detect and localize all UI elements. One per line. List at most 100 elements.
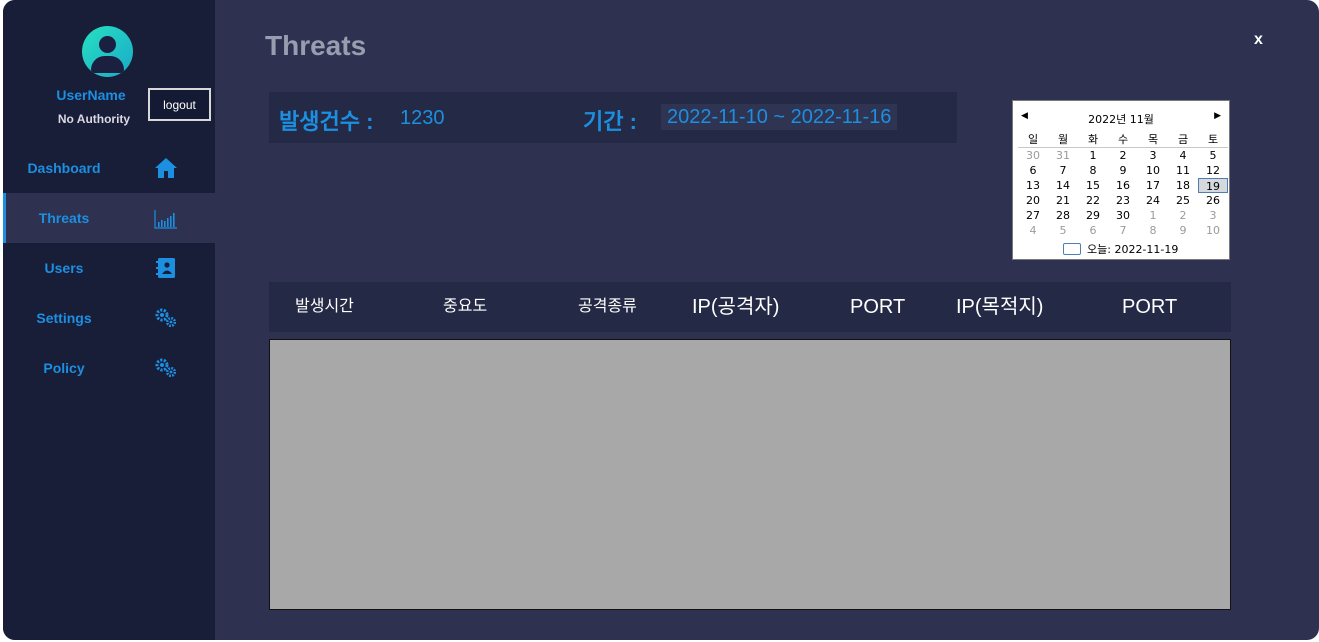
calendar-next-icon[interactable]: ▶ [1214, 111, 1221, 121]
calendar-day[interactable]: 10 [1198, 223, 1228, 238]
gears-icon [155, 358, 177, 378]
calendar-day[interactable]: 5 [1198, 148, 1228, 163]
sidebar-item-settings[interactable]: Settings [3, 293, 215, 343]
calendar-day[interactable]: 14 [1048, 178, 1078, 193]
calendar-week: 6 7 8 9 10 11 12 [1018, 163, 1228, 178]
gears-icon [155, 308, 177, 328]
calendar-day[interactable]: 12 [1198, 163, 1228, 178]
sidebar-item-label: Policy [43, 360, 85, 376]
calendar-day[interactable]: 25 [1168, 193, 1198, 208]
calendar-day[interactable]: 1 [1138, 208, 1168, 223]
sidebar-item-label: Settings [36, 310, 92, 326]
column-header[interactable]: PORT [850, 282, 905, 332]
sidebar-item-dashboard[interactable]: Dashboard [3, 143, 215, 193]
calendar-day[interactable]: 11 [1168, 163, 1198, 178]
calendar-day[interactable]: 4 [1168, 148, 1198, 163]
calendar-day[interactable]: 2 [1108, 148, 1138, 163]
calendar-day[interactable]: 23 [1108, 193, 1138, 208]
calendar-day[interactable]: 10 [1138, 163, 1168, 178]
sidebar-item-label: Threats [38, 210, 90, 226]
period-value[interactable]: 2022-11-10 ~ 2022-11-16 [661, 104, 898, 130]
today-label: 오늘: 2022-11-19 [1087, 243, 1179, 256]
chart-icon [154, 210, 177, 229]
summary-bar: 발생건수 : 1230 기간 : 2022-11-10 ~ 2022-11-16 [269, 92, 957, 143]
weekday: 목 [1147, 133, 1159, 146]
sidebar-item-policy[interactable]: Policy [3, 343, 215, 393]
calendar-day[interactable]: 27 [1018, 208, 1048, 223]
column-header[interactable]: 발생시간 [295, 282, 354, 332]
calendar-day[interactable]: 24 [1138, 193, 1168, 208]
home-icon [155, 158, 177, 178]
period-label: 기간 : [583, 109, 637, 134]
column-header[interactable]: IP(목적지) [956, 282, 1043, 332]
table-header: 발생시간 중요도 공격종류 IP(공격자) PORT IP(목적지) PORT [269, 282, 1231, 332]
sidebar: UserName No Authority logout Dashboard T… [3, 0, 215, 640]
contact-book-icon [156, 258, 175, 278]
sidebar-item-users[interactable]: Users [3, 243, 215, 293]
weekday: 화 [1087, 133, 1099, 146]
count-label: 발생건수 : [279, 109, 374, 134]
calendar-day[interactable]: 15 [1078, 178, 1108, 193]
calendar-day[interactable]: 28 [1048, 208, 1078, 223]
weekday: 일 [1027, 133, 1039, 146]
calendar-day[interactable]: 7 [1108, 223, 1138, 238]
weekday: 월 [1057, 133, 1069, 146]
calendar-day[interactable]: 9 [1168, 223, 1198, 238]
calendar-day[interactable]: 6 [1018, 163, 1048, 178]
column-header[interactable]: 중요도 [443, 282, 487, 332]
calendar-header: 2022년 11월 [1088, 113, 1154, 126]
calendar-day[interactable]: 6 [1078, 223, 1108, 238]
calendar-grid: 일 월 화 수 목 금 토 30 31 1 2 3 4 5 6 7 8 9 10… [1018, 132, 1228, 238]
calendar-day[interactable]: 30 [1108, 208, 1138, 223]
sidebar-item-threats[interactable]: Threats [3, 193, 215, 243]
calendar-day[interactable]: 26 [1198, 193, 1228, 208]
calendar-day[interactable]: 18 [1168, 178, 1198, 193]
calendar-day[interactable]: 8 [1138, 223, 1168, 238]
calendar-day-today[interactable]: 19 [1198, 178, 1228, 193]
weekday: 토 [1207, 133, 1219, 146]
calendar-weekdays: 일 월 화 수 목 금 토 [1018, 132, 1228, 148]
calendar-day[interactable]: 31 [1048, 148, 1078, 163]
calendar-today-link[interactable]: 오늘: 2022-11-19 [1063, 241, 1178, 257]
calendar-day[interactable]: 5 [1048, 223, 1078, 238]
column-header[interactable]: 공격종류 [578, 282, 637, 332]
calendar-day[interactable]: 3 [1138, 148, 1168, 163]
page-title: Threats [265, 30, 367, 61]
calendar-week: 20 21 22 23 24 25 26 [1018, 193, 1228, 208]
calendar-day[interactable]: 21 [1048, 193, 1078, 208]
calendar-day[interactable]: 1 [1078, 148, 1108, 163]
calendar-day[interactable]: 9 [1108, 163, 1138, 178]
calendar-day[interactable]: 13 [1018, 178, 1048, 193]
count-value: 1230 [400, 107, 445, 129]
calendar-day[interactable]: 30 [1018, 148, 1048, 163]
calendar-week: 13 14 15 16 17 18 19 [1018, 178, 1228, 193]
close-button[interactable]: x [1254, 31, 1263, 49]
username: UserName [56, 87, 126, 103]
sidebar-item-label: Dashboard [27, 160, 101, 176]
calendar-day[interactable]: 3 [1198, 208, 1228, 223]
calendar-day[interactable]: 20 [1018, 193, 1048, 208]
calendar-day[interactable]: 7 [1048, 163, 1078, 178]
column-header[interactable]: IP(공격자) [692, 282, 779, 332]
calendar-day[interactable]: 16 [1108, 178, 1138, 193]
user-avatar-icon [82, 26, 133, 77]
user-authority: No Authority [57, 112, 131, 126]
logout-button[interactable]: logout [148, 88, 211, 121]
threats-data-grid[interactable] [269, 339, 1231, 610]
sidebar-item-label: Users [44, 260, 84, 276]
app-window: UserName No Authority logout Dashboard T… [3, 0, 1319, 640]
calendar[interactable]: ◀ 2022년 11월 ▶ 일 월 화 수 목 금 토 30 31 1 2 3 … [1012, 100, 1230, 260]
calendar-day[interactable]: 17 [1138, 178, 1168, 193]
calendar-day[interactable]: 2 [1168, 208, 1198, 223]
calendar-day[interactable]: 4 [1018, 223, 1048, 238]
calendar-day[interactable]: 29 [1078, 208, 1108, 223]
calendar-day[interactable]: 22 [1078, 193, 1108, 208]
weekday: 수 [1117, 133, 1129, 146]
column-header[interactable]: PORT [1122, 282, 1177, 332]
calendar-week: 4 5 6 7 8 9 10 [1018, 223, 1228, 238]
calendar-week: 27 28 29 30 1 2 3 [1018, 208, 1228, 223]
today-marker-icon [1063, 243, 1081, 255]
calendar-day[interactable]: 8 [1078, 163, 1108, 178]
weekday: 금 [1177, 133, 1189, 146]
calendar-week: 30 31 1 2 3 4 5 [1018, 148, 1228, 163]
